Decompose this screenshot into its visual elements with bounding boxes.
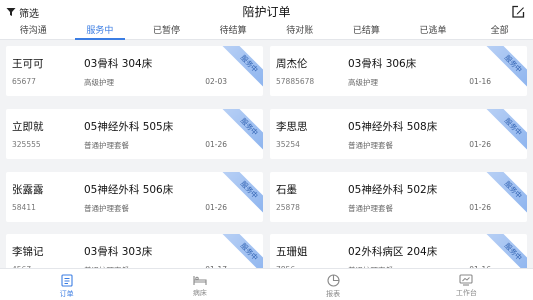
tab-1[interactable]: 服务中 <box>67 24 134 40</box>
patient-name: 石墨 <box>276 184 297 196</box>
care-package: 普通护理套餐 <box>348 141 393 150</box>
tab-0[interactable]: 待沟通 <box>0 24 67 39</box>
status-badge: 服务中 <box>238 179 260 201</box>
bed-location: 03骨科 306床 <box>348 58 417 70</box>
patient-name: 立即就 <box>12 121 44 133</box>
care-package: 普通护理套餐 <box>348 204 393 213</box>
order-card[interactable]: 王可可 65677 03骨科 304床 高级护理 02-03 服务中 <box>6 46 263 96</box>
patient-name: 李思思 <box>276 121 308 133</box>
patient-name: 王可可 <box>12 58 44 70</box>
status-ribbon: 服务中 <box>219 109 263 153</box>
order-card[interactable]: 李思思 35254 05神经外科 508床 普通护理套餐 01-26 服务中 <box>270 109 527 159</box>
nav-item-1[interactable]: 病床 <box>133 269 266 300</box>
nav-item-2[interactable]: 报表 <box>267 269 400 300</box>
status-ribbon: 服务中 <box>483 46 527 90</box>
bottom-nav: 订单 病床 报表 工作台 <box>0 268 533 300</box>
bed-location: 02外科病区 204床 <box>348 246 438 258</box>
order-card[interactable]: 张露露 58411 05神经外科 506床 普通护理套餐 01-26 服务中 <box>6 172 263 222</box>
status-ribbon: 服务中 <box>483 109 527 153</box>
care-package: 普通护理套餐 <box>84 141 129 150</box>
bed-location: 05神经外科 502床 <box>348 184 438 196</box>
status-ribbon: 服务中 <box>219 172 263 216</box>
header: 筛选 陪护订单 <box>0 0 533 24</box>
bed-location: 05神经外科 506床 <box>84 184 174 196</box>
order-icon <box>61 274 73 287</box>
filter-label: 筛选 <box>19 8 39 20</box>
patient-id: 57885678 <box>276 77 315 86</box>
status-badge: 服务中 <box>238 53 260 75</box>
care-package: 普通护理套餐 <box>84 204 129 213</box>
tab-6[interactable]: 已逃单 <box>400 24 467 39</box>
workbench-icon <box>459 274 473 286</box>
status-badge: 服务中 <box>502 53 524 75</box>
status-ribbon: 服务中 <box>483 172 527 216</box>
order-card[interactable]: 周杰伦 57885678 03骨科 306床 高级护理 01-16 服务中 <box>270 46 527 96</box>
tab-2[interactable]: 已暂停 <box>133 24 200 39</box>
edit-button[interactable] <box>511 4 525 18</box>
tab-7[interactable]: 全部 <box>466 24 533 39</box>
care-package: 高级护理 <box>84 78 114 87</box>
patient-name: 周杰伦 <box>276 58 308 70</box>
bed-location: 05神经外科 505床 <box>84 121 174 133</box>
order-card[interactable]: 石墨 25878 05神经外科 502床 普通护理套餐 01-26 服务中 <box>270 172 527 222</box>
care-package: 高级护理 <box>348 78 378 87</box>
nav-label: 病床 <box>192 289 207 297</box>
report-icon <box>327 274 340 287</box>
patient-id: 25878 <box>276 203 300 212</box>
patient-id: 35254 <box>276 140 300 149</box>
bed-location: 05神经外科 508床 <box>348 121 438 133</box>
bed-icon <box>193 274 207 286</box>
tab-5[interactable]: 已结算 <box>333 24 400 39</box>
patient-id: 58411 <box>12 203 36 212</box>
patient-name: 李锦记 <box>12 246 44 258</box>
nav-label: 订单 <box>59 290 74 298</box>
patient-name: 五珊姐 <box>276 246 308 258</box>
filter-button[interactable]: 筛选 <box>6 4 39 20</box>
patient-id: 65677 <box>12 77 36 86</box>
filter-icon <box>6 8 16 16</box>
status-badge: 服务中 <box>238 116 260 138</box>
order-card[interactable]: 立即就 325555 05神经外科 505床 普通护理套餐 01-26 服务中 <box>6 109 263 159</box>
patient-name: 张露露 <box>12 184 44 196</box>
status-tabs: 待沟通 服务中 已暂停 待结算 待对账 已结算 已逃单 全部 <box>0 24 533 40</box>
bed-location: 03骨科 304床 <box>84 58 153 70</box>
nav-label: 报表 <box>326 290 341 298</box>
edit-icon <box>512 5 525 18</box>
nav-item-3[interactable]: 工作台 <box>400 269 533 300</box>
status-badge: 服务中 <box>502 116 524 138</box>
status-badge: 服务中 <box>502 179 524 201</box>
bed-location: 03骨科 303床 <box>84 246 153 258</box>
tab-3[interactable]: 待结算 <box>200 24 267 39</box>
status-ribbon: 服务中 <box>219 46 263 90</box>
nav-label: 工作台 <box>455 289 477 297</box>
nav-item-0[interactable]: 订单 <box>0 269 133 300</box>
tab-4[interactable]: 待对账 <box>267 24 334 39</box>
patient-id: 325555 <box>12 140 41 149</box>
page-title: 陪护订单 <box>242 5 291 19</box>
